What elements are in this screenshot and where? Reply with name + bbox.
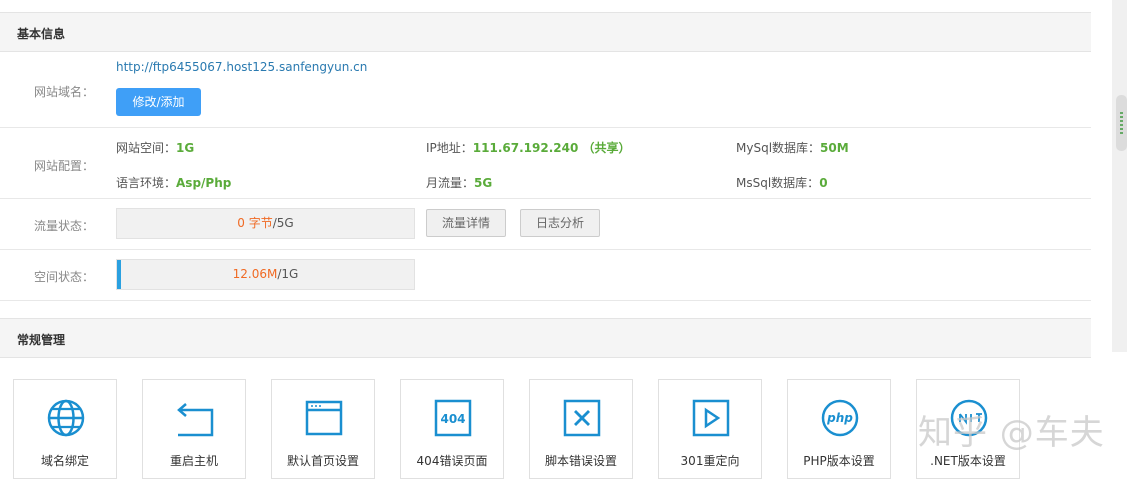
tile-404-page[interactable]: 404 404错误页面 [400,379,504,479]
scrollbar-track[interactable] [1112,0,1127,352]
config-language: 语言环境：Asp/Php [116,176,232,190]
tile-label: 脚本错误设置 [544,454,617,468]
config-label: 网站配置： [33,159,94,173]
scrollbar-grip-icon [1120,112,1123,134]
management-header: 常规管理 [0,318,1091,358]
tile-php-version[interactable]: php PHP版本设置 [787,379,891,479]
tile-domain-binding[interactable]: 域名绑定 [13,379,117,479]
config-mysql: MySql数据库：50M [736,141,849,155]
php-icon: php [821,399,859,437]
404-icon: 404 [434,399,472,437]
basic-info-title: 基本信息 [17,27,66,41]
traffic-total: /5G [272,216,294,230]
svg-text:php: php [826,411,853,425]
space-usage-bar: 12.06M/1G [116,259,415,290]
config-mssql: MsSql数据库：0 [736,176,828,190]
space-total: /1G [277,267,299,281]
config-ip: IP地址：111.67.192.240 （共享） [426,141,631,155]
svg-text:404: 404 [440,412,465,426]
log-analysis-button[interactable]: 日志分析 [520,209,600,237]
tile-label: .NET版本设置 [930,454,1006,468]
space-usage-fill [117,260,121,289]
config-space: 网站空间：1G [116,141,195,155]
tile-label: 301重定向 [680,454,740,468]
restart-icon [177,403,214,437]
traffic-used: 0 字节 [237,216,273,230]
management-title: 常规管理 [17,333,66,347]
play-box-icon [692,399,730,437]
tile-label: PHP版本设置 [803,454,875,468]
domain-url-link[interactable]: http://ftp6455067.host125.sanfengyun.cn [116,60,367,74]
domain-label: 网站域名： [33,85,94,99]
browser-window-icon [305,400,343,436]
traffic-usage-bar: 0 字节/5G [116,208,415,239]
space-label: 空间状态： [33,270,94,284]
watermark: 知乎 @车夫 [918,413,1105,453]
globe-icon [47,399,85,437]
tile-label: 默认首页设置 [286,454,359,468]
tile-default-homepage[interactable]: 默认首页设置 [271,379,375,479]
traffic-label: 流量状态： [33,219,94,233]
tile-restart-host[interactable]: 重启主机 [142,379,246,479]
tile-301-redirect[interactable]: 301重定向 [658,379,762,479]
edit-domain-button[interactable]: 修改/添加 [116,88,201,116]
tile-label: 404错误页面 [416,454,488,468]
config-monthly-traffic: 月流量：5G [426,176,493,190]
tile-label: 域名绑定 [40,454,89,468]
basic-info-header: 基本信息 [0,12,1091,52]
space-used: 12.06M [232,267,278,281]
tile-label: 重启主机 [169,454,218,468]
traffic-detail-button[interactable]: 流量详情 [426,209,506,237]
tile-script-error[interactable]: 脚本错误设置 [529,379,633,479]
close-box-icon [563,399,601,437]
